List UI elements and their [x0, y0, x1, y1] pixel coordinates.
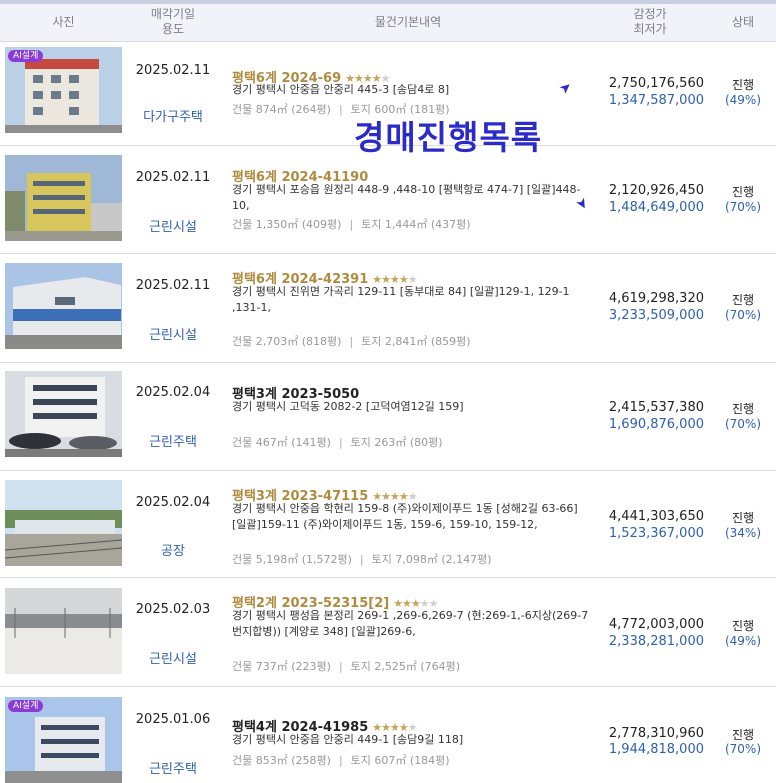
property-photo[interactable]: [5, 588, 122, 674]
status-text: 진행: [731, 619, 755, 633]
status-ratio: (49%): [724, 634, 762, 648]
header-info: 물건기본내역: [374, 15, 442, 29]
address: 경기 평택시 팽성읍 본정리 269-1 ,269-6,269-7 (현:269…: [232, 609, 589, 638]
appraisal-price: 4,441,303,650: [608, 509, 704, 524]
minimum-price: 1,944,818,000: [608, 742, 704, 757]
property-photo[interactable]: [5, 371, 122, 457]
address: 경기 평택시 안중읍 안중리 449-1 [송담9길 118]: [232, 733, 464, 746]
land-area: 토지 2,525㎡ (764평): [350, 660, 461, 673]
land-area: 토지 2,841㎡ (859평): [361, 335, 471, 348]
area-info: 건물 1,350㎡ (409평) | 토지 1,444㎡ (437평): [232, 218, 471, 231]
building-area: 건물 853㎡ (258평): [232, 754, 331, 767]
appraisal-price: 2,415,537,380: [608, 400, 704, 415]
header-photo: 사진: [52, 15, 75, 29]
status-text: 진행: [731, 293, 755, 307]
appraisal-price: 2,120,926,450: [608, 183, 704, 198]
ai-design-badge: AI설계: [8, 50, 44, 62]
property-photo[interactable]: [5, 480, 122, 566]
building-area: 건물 737㎡ (223평): [232, 660, 331, 673]
property-use: 근린주택: [149, 435, 197, 450]
property-use: 공장: [161, 544, 185, 559]
sale-date: 2025.02.11: [135, 63, 211, 78]
property-use: 근린주택: [149, 762, 197, 777]
sale-date: 2025.02.11: [135, 170, 211, 185]
address: 경기 평택시 안중읍 안중리 445-3 [송담4로 8]: [232, 83, 450, 96]
listing-row[interactable]: 2025.02.04 공장 평택3계 2023-47115 ★★★★★ 경기 평택…: [0, 471, 776, 578]
sale-date: 2025.02.04: [135, 385, 211, 400]
minimum-price: 2,338,281,000: [608, 634, 704, 649]
building-area: 건물 5,198㎡ (1,572평): [232, 553, 352, 566]
sale-date: 2025.02.03: [135, 602, 211, 617]
sale-date: 2025.02.11: [135, 278, 211, 293]
address: 경기 평택시 안중읍 학현리 159-8 (주)와이제이푸드 1동 [성해2길 …: [232, 502, 578, 531]
building-area: 건물 467㎡ (141평): [232, 436, 331, 449]
header-use: 용도: [161, 22, 185, 36]
land-area: 토지 1,444㎡ (437평): [361, 218, 471, 231]
minimum-price: 1,347,587,000: [608, 93, 704, 108]
property-use: 근린시설: [149, 652, 197, 667]
appraisal-price: 4,619,298,320: [608, 291, 704, 306]
area-info: 건물 467㎡ (141평) | 토지 263㎡ (80평): [232, 436, 443, 449]
minimum-price: 3,233,509,000: [608, 308, 704, 323]
status-ratio: (70%): [724, 417, 762, 431]
appraisal-price: 2,750,176,560: [608, 76, 704, 91]
property-photo[interactable]: [5, 155, 122, 241]
area-info: 건물 2,703㎡ (818평) | 토지 2,841㎡ (859평): [232, 335, 471, 348]
status-text: 진행: [731, 185, 755, 199]
table-header: 사진 매각기일 용도 물건기본내역 감정가 최저가 상태: [0, 4, 776, 42]
property-use: 근린시설: [149, 220, 197, 235]
area-info: 건물 853㎡ (258평) | 토지 607㎡ (184평): [232, 754, 450, 767]
minimum-price: 1,523,367,000: [608, 526, 704, 541]
minimum-price: 1,484,649,000: [608, 200, 704, 215]
status-text: 진행: [731, 78, 755, 92]
building-area: 건물 874㎡ (264평): [232, 103, 331, 116]
status-text: 진행: [731, 402, 755, 416]
property-photo[interactable]: AI설계: [5, 47, 122, 133]
property-photo[interactable]: [5, 263, 122, 349]
building-area: 건물 2,703㎡ (818평): [232, 335, 342, 348]
building-area: 건물 1,350㎡ (409평): [232, 218, 342, 231]
address: 경기 평택시 진위면 가곡리 129-11 [동부대로 84] [일괄]129-…: [232, 285, 570, 314]
status-ratio: (70%): [724, 742, 762, 756]
land-area: 토지 263㎡ (80평): [350, 436, 443, 449]
header-appraisal: 감정가: [633, 7, 667, 21]
listing-row[interactable]: 2025.02.03 근린시설 평택2계 2023-52315[2] ★★★★★ …: [0, 578, 776, 687]
area-info: 건물 737㎡ (223평) | 토지 2,525㎡ (764평): [232, 660, 461, 673]
property-photo[interactable]: AI설계: [5, 697, 122, 783]
sale-date: 2025.01.06: [135, 712, 211, 727]
land-area: 토지 7,098㎡ (2,147평): [371, 553, 492, 566]
header-price: 감정가 최저가: [600, 7, 700, 37]
land-area: 토지 607㎡ (184평): [350, 754, 450, 767]
listing-row[interactable]: 2025.02.11 근린시설 평택6계 2024-41190 경기 평택시 포…: [0, 146, 776, 254]
address: 경기 평택시 포승읍 원정리 448-9 ,448-10 [평택항로 474-7…: [232, 183, 581, 212]
appraisal-price: 4,772,003,000: [608, 617, 704, 632]
sale-date: 2025.02.04: [135, 495, 211, 510]
overlay-title: 경매진행목록: [354, 118, 543, 157]
status-ratio: (70%): [724, 200, 762, 214]
area-info: 건물 5,198㎡ (1,572평) | 토지 7,098㎡ (2,147평): [232, 553, 492, 566]
status-ratio: (34%): [724, 526, 762, 540]
ai-design-badge: AI설계: [8, 700, 44, 712]
listing-row[interactable]: 2025.02.11 근린시설 평택6계 2024-42391 ★★★★★ 경기 …: [0, 254, 776, 363]
address: 경기 평택시 고덕동 2082-2 [고덕여염12길 159]: [232, 400, 464, 413]
header-min-price: 최저가: [633, 22, 667, 36]
header-date: 매각기일: [150, 7, 196, 21]
status-ratio: (70%): [724, 308, 762, 322]
property-use: 다가구주택: [143, 110, 203, 125]
appraisal-price: 2,778,310,960: [608, 726, 704, 741]
property-use: 근린시설: [149, 328, 197, 343]
header-status: 상태: [731, 15, 755, 29]
listing-row[interactable]: 2025.02.04 근린주택 평택3계 2023-5050 경기 평택시 고덕…: [0, 363, 776, 471]
listing-row[interactable]: AI설계 2025.01.06 근린주택 평택4계 2024-41985 ★★★★…: [0, 687, 776, 783]
header-date-use: 매각기일 용도: [128, 7, 218, 37]
minimum-price: 1,690,876,000: [608, 417, 704, 432]
status-ratio: (49%): [724, 93, 762, 107]
status-text: 진행: [731, 511, 755, 525]
status-text: 진행: [731, 728, 755, 742]
